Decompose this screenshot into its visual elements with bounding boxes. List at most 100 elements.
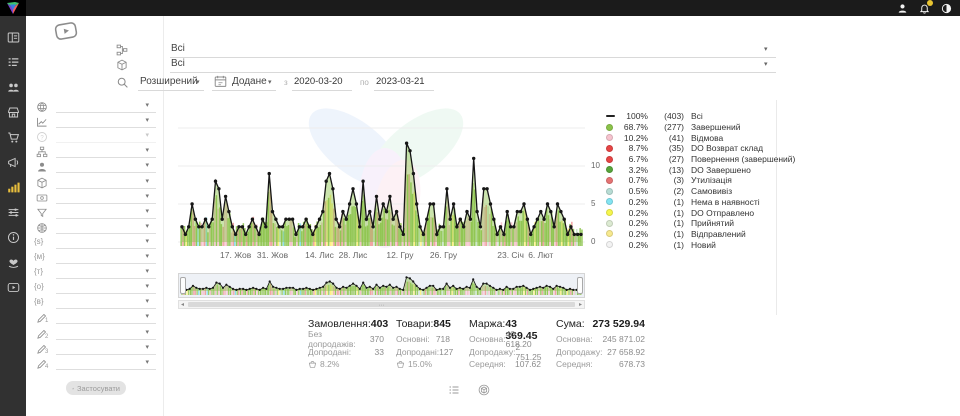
source-filter-value[interactable]: Всі <box>171 43 185 54</box>
chevron-down-icon[interactable]: ▾ <box>268 78 272 86</box>
sidebar-item-cart[interactable] <box>0 128 26 147</box>
date-to-input[interactable]: 2023-03-21 <box>376 76 425 87</box>
chevron-down-icon[interactable]: ▾ <box>145 252 149 260</box>
main-chart[interactable] <box>178 102 585 254</box>
chart-minimap[interactable] <box>178 273 585 298</box>
filter-row-pencil2[interactable]: 2▾ <box>26 327 163 342</box>
chevron-down-icon[interactable]: ▾ <box>145 328 149 336</box>
sidebar-item-videos[interactable] <box>0 278 26 297</box>
legend-percent: 8.7% <box>618 143 652 153</box>
theme-toggle-icon[interactable] <box>941 3 952 14</box>
chevron-down-icon[interactable]: ▾ <box>145 282 149 290</box>
filter-row-hierarchy[interactable]: ▾ <box>26 145 163 160</box>
filter-row-banknote[interactable]: ▾ <box>26 191 163 206</box>
filter-row-pencil4[interactable]: 4▾ <box>26 357 163 372</box>
search-mode-select[interactable]: Розширений <box>140 76 198 87</box>
sidebar-item-analytics[interactable] <box>0 178 26 197</box>
sidebar-item-integrations[interactable] <box>0 203 26 222</box>
legend-item[interactable]: 0.2%(1)Новий <box>606 239 795 250</box>
legend-item[interactable]: 0.5%(2)Самовивіз <box>606 186 795 197</box>
user-icon[interactable] <box>897 3 908 14</box>
filter-row-globe-grid[interactable]: ▾ <box>26 221 163 236</box>
chevron-down-icon[interactable]: ▾ <box>145 207 149 215</box>
x-axis-tick: 6. Лют <box>528 250 553 260</box>
chevron-down-icon[interactable]: ▾ <box>145 297 149 305</box>
brush-handle-left[interactable] <box>180 277 186 294</box>
main-sidebar <box>0 16 26 416</box>
sidebar-item-info[interactable] <box>0 228 26 247</box>
filter-row-funnel[interactable]: ▾ <box>26 206 163 221</box>
chevron-down-icon[interactable]: ▾ <box>145 192 149 200</box>
chevron-down-icon[interactable]: ▾ <box>145 267 149 275</box>
search-icon[interactable] <box>116 76 129 89</box>
chevron-down-icon[interactable]: ▾ <box>145 116 149 124</box>
notifications-bell-icon[interactable] <box>919 3 930 14</box>
chevron-down-icon[interactable]: ▾ <box>145 101 149 109</box>
chevron-down-icon[interactable]: ▾ <box>145 358 149 366</box>
chevron-down-icon[interactable]: ▾ <box>764 60 768 68</box>
filter-row-token-12[interactable]: {т}▾ <box>26 266 163 281</box>
chevron-down-icon[interactable]: ▾ <box>145 177 149 185</box>
chevron-down-icon[interactable]: ▾ <box>145 237 149 245</box>
filter-select-underline <box>56 233 156 234</box>
chevron-down-icon[interactable]: ▾ <box>145 312 149 320</box>
chart-scrollbar[interactable]: ◂ ⋯ ▸ <box>178 300 585 309</box>
product-filter-value[interactable]: Всі <box>171 58 185 69</box>
legend-label: Нема в наявності <box>688 197 795 207</box>
filter-row-pencil3[interactable]: 3▾ <box>26 342 163 357</box>
apply-button[interactable]: Застосувати <box>66 381 126 395</box>
filter-row-package[interactable]: ▾ <box>26 176 163 191</box>
filter-row-help[interactable]: ?▾ <box>26 130 163 145</box>
chevron-down-icon[interactable]: ▾ <box>145 222 149 230</box>
calendar-icon[interactable] <box>214 75 227 88</box>
date-from-input[interactable]: 2020-03-20 <box>294 76 343 87</box>
token-icon: {в} <box>34 297 44 306</box>
filter-row-token-14[interactable]: {в} ▾ <box>26 296 163 311</box>
package-view-icon[interactable] <box>478 384 490 396</box>
legend-item[interactable]: 3.2%(13)DO Завершено <box>606 164 795 175</box>
scroll-right-icon[interactable]: ▸ <box>579 301 582 309</box>
legend-item[interactable]: 10.2%(41)Відмова <box>606 132 795 143</box>
scrollbar-thumb[interactable]: ⋯ <box>188 302 575 307</box>
legend-item[interactable]: 0.2%(1)Нема в наявності <box>606 197 795 208</box>
filter-row-person[interactable]: ▾ <box>26 160 163 175</box>
chevron-down-icon[interactable]: ▾ <box>764 45 768 53</box>
sidebar-item-store[interactable] <box>0 103 26 122</box>
funnel-icon <box>36 207 48 219</box>
legend-count: (41) <box>652 133 688 143</box>
video-tour-icon[interactable] <box>52 19 79 43</box>
chevron-down-icon[interactable]: ▾ <box>196 78 200 86</box>
sidebar-item-partners[interactable] <box>0 253 26 272</box>
chevron-down-icon[interactable]: ▾ <box>145 161 149 169</box>
chevron-down-icon[interactable]: ▾ <box>145 146 149 154</box>
filter-row-globe[interactable]: ▾ <box>26 100 163 115</box>
scroll-left-icon[interactable]: ◂ <box>181 301 184 309</box>
legend-item[interactable]: 6.7%(27)Повернення (завершений) <box>606 154 795 165</box>
legend-item[interactable]: 8.7%(35)DO Возврат склад <box>606 143 795 154</box>
sidebar-item-dashboard[interactable] <box>0 28 26 47</box>
brush-handle-right[interactable] <box>577 277 583 294</box>
sidebar-item-marketing[interactable] <box>0 153 26 172</box>
legend-item[interactable]: 0.2%(1)DO Отправлено <box>606 207 795 218</box>
series-dot-marker <box>606 166 613 173</box>
legend-item[interactable]: 0.7%(3)Утилізація <box>606 175 795 186</box>
stat-sub-row: Основна:245 871.02 <box>556 333 645 346</box>
chevron-down-icon[interactable]: ▾ <box>145 131 149 139</box>
sidebar-item-customers[interactable] <box>0 78 26 97</box>
filter-row-trend[interactable]: ▾ <box>26 115 163 130</box>
legend-item[interactable]: 0.2%(1)Відправлений <box>606 229 795 240</box>
app-logo[interactable] <box>0 0 26 16</box>
filter-row-token-13[interactable]: {о}▾ <box>26 281 163 296</box>
legend-percent: 3.2% <box>618 165 652 175</box>
date-field-select[interactable]: Додане <box>232 76 267 87</box>
sidebar-item-orders[interactable] <box>0 53 26 72</box>
filter-row-token-10[interactable]: {s}▾ <box>26 236 163 251</box>
legend-item[interactable]: 68.7%(277)Завершений <box>606 122 795 133</box>
filter-row-token-11[interactable]: {м}▾ <box>26 251 163 266</box>
legend-item[interactable]: 0.2%(1)Прийнятий <box>606 218 795 229</box>
filter-row-pencil1[interactable]: 1▾ <box>26 311 163 326</box>
list-view-icon[interactable] <box>448 384 460 396</box>
legend-item[interactable]: 100%(403)Всі <box>606 111 795 122</box>
legend-label: Всі <box>688 111 795 121</box>
chevron-down-icon[interactable]: ▾ <box>145 343 149 351</box>
